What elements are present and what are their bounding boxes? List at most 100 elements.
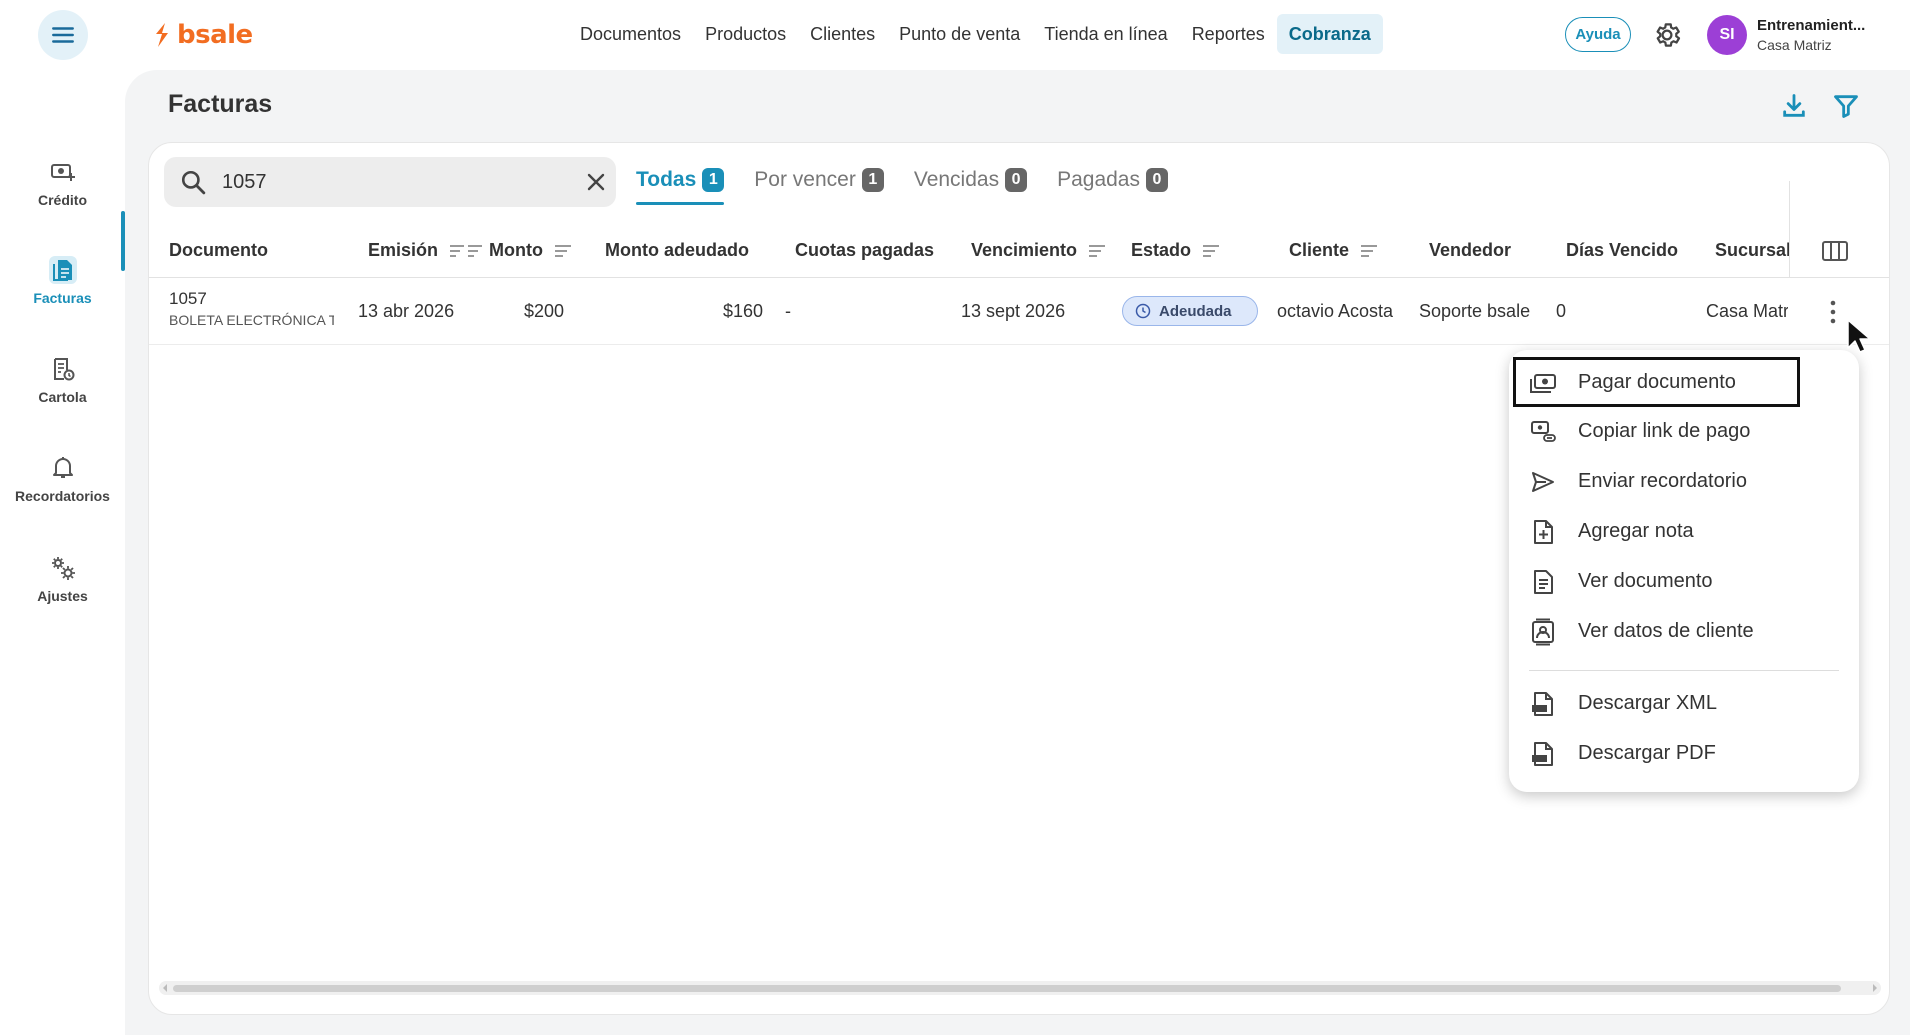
sidebar: Crédito Facturas Cartola Recordatorios A…: [0, 70, 125, 1035]
column-header-cliente[interactable]: Cliente: [1289, 223, 1379, 278]
contact-card-icon: [1532, 618, 1554, 646]
brand-logo[interactable]: bsale: [153, 20, 253, 50]
column-header-emision[interactable]: Emisión: [368, 223, 484, 278]
top-bar: bsale Documentos Productos Clientes Punt…: [0, 0, 1910, 70]
columns-icon[interactable]: [1821, 239, 1849, 263]
tab-count-badge: 0: [1005, 168, 1028, 192]
document-icon: [1534, 570, 1553, 594]
menu-item-label: Enviar recordatorio: [1578, 470, 1747, 492]
column-header-monto-adeudado[interactable]: Monto adeudado: [605, 223, 749, 278]
tab-todas[interactable]: Todas 1: [636, 155, 725, 205]
menu-item-pagar-documento[interactable]: Pagar documento: [1513, 357, 1800, 407]
cell-monto: $200: [524, 301, 565, 321]
chevron-right-icon[interactable]: [1871, 984, 1879, 992]
cell-dias-vencido: 0: [1556, 301, 1567, 321]
column-header-vendedor[interactable]: Vendedor: [1429, 223, 1511, 278]
menu-divider: [1529, 670, 1839, 671]
menu-item-agregar-nota[interactable]: Agregar nota: [1509, 506, 1859, 556]
filter-icon[interactable]: [1832, 92, 1860, 120]
close-icon[interactable]: [584, 170, 608, 194]
sidebar-item-label: Facturas: [33, 290, 92, 306]
tab-por-vencer[interactable]: Por vencer 1: [754, 155, 884, 205]
sidebar-item-label: Ajustes: [37, 588, 88, 604]
sort-icon[interactable]: [1201, 241, 1221, 261]
menu-item-label: Ver datos de cliente: [1578, 620, 1754, 642]
menu-item-ver-documento[interactable]: Ver documento: [1509, 556, 1859, 606]
column-header-documento[interactable]: Documento: [169, 223, 268, 278]
sidebar-item-ajustes[interactable]: Ajustes: [0, 539, 125, 619]
nav-reportes[interactable]: Reportes: [1180, 14, 1277, 54]
menu-item-descargar-xml[interactable]: Descargar XML: [1509, 678, 1859, 728]
column-header-sucursal[interactable]: Sucursal: [1715, 223, 1789, 278]
document-type: BOLETA ELECTRÓNICA T: [169, 312, 334, 328]
sort-icon[interactable]: [1087, 241, 1107, 261]
cell-cliente: octavio Acosta: [1277, 301, 1394, 321]
column-label: Vencimiento: [971, 240, 1078, 260]
document-number: 1057: [169, 289, 207, 308]
sidebar-item-credito[interactable]: Crédito: [0, 143, 125, 223]
nav-productos[interactable]: Productos: [693, 14, 798, 54]
menu-toggle-button[interactable]: [38, 10, 88, 60]
menu-item-label: Descargar PDF: [1578, 742, 1716, 764]
menu-item-descargar-pdf[interactable]: Descargar PDF: [1509, 728, 1859, 778]
bell-icon: [49, 454, 77, 482]
menu-item-ver-datos-cliente[interactable]: Ver datos de cliente: [1509, 606, 1859, 656]
nav-cobranza[interactable]: Cobranza: [1276, 14, 1383, 54]
nav-punto-de-venta[interactable]: Punto de venta: [887, 14, 1032, 54]
horizontal-scrollbar[interactable]: [159, 981, 1881, 995]
column-label: Estado: [1131, 240, 1192, 260]
mouse-pointer-icon: [1847, 319, 1871, 353]
nav-tienda-en-linea[interactable]: Tienda en línea: [1032, 14, 1179, 54]
column-header-vencimiento[interactable]: Vencimiento: [971, 223, 1107, 278]
tab-label: Pagadas: [1057, 168, 1140, 191]
column-label: Cuotas pagadas: [795, 240, 935, 260]
sort-icon[interactable]: [1359, 241, 1379, 261]
sidebar-item-label: Recordatorios: [15, 488, 110, 504]
sidebar-item-recordatorios[interactable]: Recordatorios: [0, 439, 125, 519]
tab-vencidas[interactable]: Vencidas 0: [913, 155, 1028, 205]
status-badge: Adeudada: [1122, 296, 1258, 326]
sort-icon[interactable]: [553, 241, 573, 261]
nav-documentos[interactable]: Documentos: [568, 14, 693, 54]
column-label: Documento: [169, 240, 268, 260]
nav-clientes[interactable]: Clientes: [798, 14, 887, 54]
menu-item-label: Ver documento: [1578, 570, 1713, 592]
gears-icon: [49, 554, 77, 582]
menu-item-enviar-recordatorio[interactable]: Enviar recordatorio: [1509, 456, 1859, 506]
tab-label: Vencidas: [913, 168, 1000, 191]
tab-pagadas[interactable]: Pagadas 0: [1057, 155, 1168, 205]
column-label: Monto: [489, 240, 543, 260]
more-vertical-icon[interactable]: [1829, 299, 1837, 325]
add-note-icon: [1534, 520, 1553, 544]
menu-item-label: Pagar documento: [1578, 371, 1736, 393]
help-button[interactable]: Ayuda: [1565, 17, 1631, 52]
user-name[interactable]: Entrenamient...: [1757, 17, 1897, 34]
row-actions-menu: Pagar documento Copiar link de pago Envi…: [1509, 350, 1859, 792]
column-header-monto[interactable]: Monto: [489, 223, 573, 278]
cell-monto-adeudado: $160: [723, 301, 764, 321]
sidebar-item-facturas[interactable]: Facturas: [0, 241, 125, 321]
sidebar-item-label: Cartola: [38, 389, 87, 405]
menu-item-copiar-link[interactable]: Copiar link de pago: [1509, 406, 1859, 456]
scrollbar-thumb[interactable]: [173, 985, 1841, 992]
brand-name: bsale: [177, 20, 253, 50]
sidebar-item-label: Crédito: [38, 192, 87, 208]
bsale-logo-icon: [156, 23, 168, 47]
column-header-dias-vencido[interactable]: Días Vencido: [1566, 223, 1678, 278]
table-row[interactable]: 1057 BOLETA ELECTRÓNICA T 13 abr 2026 $2…: [149, 279, 1889, 345]
tab-count-badge: 0: [1145, 168, 1168, 192]
hamburger-icon: [52, 27, 74, 43]
sidebar-item-cartola[interactable]: Cartola: [0, 340, 125, 420]
cell-sucursal: Casa Matriz: [1706, 301, 1788, 321]
search-input[interactable]: [222, 165, 552, 199]
avatar[interactable]: SI: [1707, 15, 1747, 55]
download-icon[interactable]: [1780, 92, 1808, 120]
clock-icon: [1135, 303, 1151, 319]
gear-icon[interactable]: [1652, 20, 1682, 50]
tab-label: Por vencer: [754, 168, 856, 191]
column-header-cuotas-pagadas[interactable]: Cuotas pagadas: [795, 223, 934, 278]
chevron-left-icon[interactable]: [161, 984, 169, 992]
sort-icon[interactable]: [448, 241, 484, 261]
column-header-estado[interactable]: Estado: [1131, 223, 1221, 278]
main-nav: Documentos Productos Clientes Punto de v…: [568, 14, 1383, 54]
